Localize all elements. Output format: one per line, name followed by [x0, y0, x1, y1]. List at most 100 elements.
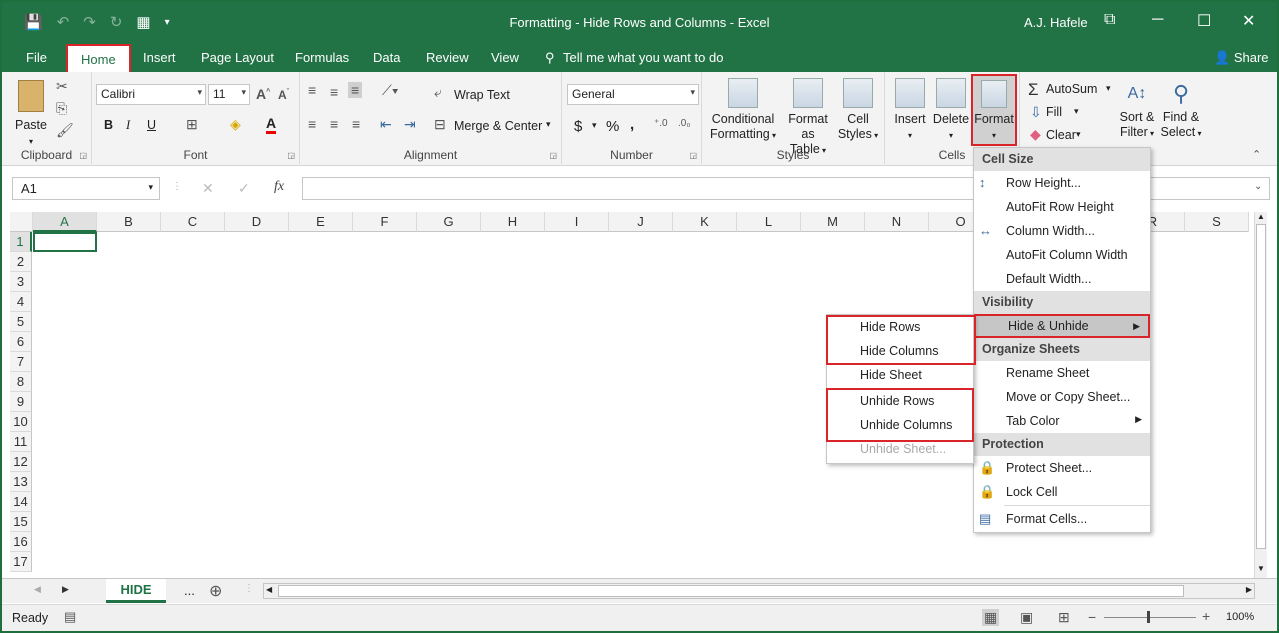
- dialog-launcher-icon[interactable]: ◲: [549, 151, 557, 160]
- insert-cells-button[interactable]: Insert ▾: [891, 78, 929, 143]
- fill-icon[interactable]: ⇩: [1030, 104, 1042, 121]
- rename-sheet-item[interactable]: Rename Sheet: [974, 361, 1150, 385]
- expand-formula-icon[interactable]: ⌄: [1254, 181, 1262, 192]
- scroll-down-icon[interactable]: ▼: [1257, 564, 1265, 573]
- row-header[interactable]: 7: [10, 352, 32, 372]
- horizontal-scrollbar[interactable]: ◀ ▶: [263, 583, 1255, 599]
- copy-icon[interactable]: ⎘: [56, 100, 67, 117]
- tab-formulas[interactable]: Formulas: [295, 50, 349, 65]
- row-header[interactable]: 5: [10, 312, 32, 332]
- sheet-tab-hide[interactable]: HIDE: [106, 579, 166, 603]
- more-sheets-button[interactable]: ...: [184, 583, 195, 598]
- align-left-icon[interactable]: ≡: [308, 116, 316, 132]
- shrink-font-icon[interactable]: Aˇ: [278, 88, 289, 102]
- scroll-left-icon[interactable]: ◀: [266, 585, 272, 594]
- middle-align-icon[interactable]: ≡: [330, 84, 338, 100]
- number-format-select[interactable]: General ▾: [567, 84, 699, 105]
- protect-sheet-item[interactable]: 🔒 Protect Sheet...: [974, 456, 1150, 480]
- maximize-icon[interactable]: ☐: [1197, 11, 1211, 31]
- zoom-slider[interactable]: [1104, 617, 1196, 618]
- hide-unhide-item[interactable]: Hide & Unhide ▶: [974, 314, 1150, 338]
- chevron-down-icon[interactable]: ▾: [592, 120, 597, 131]
- vertical-scrollbar[interactable]: ▲ ▼: [1254, 212, 1267, 578]
- macro-record-icon[interactable]: ▤: [64, 609, 76, 625]
- orientation-icon[interactable]: ⟋▾: [382, 82, 399, 99]
- fill-button[interactable]: Fill: [1046, 105, 1062, 119]
- row-header[interactable]: 14: [10, 492, 32, 512]
- wrap-text-button[interactable]: Wrap Text: [454, 88, 510, 102]
- column-header[interactable]: M: [801, 212, 865, 232]
- dialog-launcher-icon[interactable]: ◲: [79, 151, 87, 160]
- decrease-decimal-icon[interactable]: .0₀: [678, 118, 691, 129]
- zoom-in-icon[interactable]: +: [1202, 608, 1210, 624]
- column-header[interactable]: B: [97, 212, 161, 232]
- row-header[interactable]: 8: [10, 372, 32, 392]
- page-break-view-icon[interactable]: ⊞: [1058, 609, 1070, 626]
- font-size-select[interactable]: 11 ▾: [208, 84, 250, 105]
- percent-button[interactable]: %: [606, 118, 619, 135]
- dialog-launcher-icon[interactable]: ◲: [689, 151, 697, 160]
- tab-file[interactable]: File: [26, 50, 47, 65]
- align-right-icon[interactable]: ≡: [352, 116, 360, 132]
- minimize-icon[interactable]: ─: [1152, 11, 1163, 29]
- eraser-icon[interactable]: ◆: [1030, 126, 1041, 143]
- tab-review[interactable]: Review: [426, 50, 469, 65]
- vertical-scroll-thumb[interactable]: [1256, 224, 1266, 549]
- row-header[interactable]: 11: [10, 432, 32, 452]
- dialog-launcher-icon[interactable]: ◲: [287, 151, 295, 160]
- column-header[interactable]: D: [225, 212, 289, 232]
- normal-view-icon[interactable]: ▦: [982, 609, 1000, 626]
- autofit-column-width-item[interactable]: AutoFit Column Width: [974, 243, 1150, 267]
- column-header[interactable]: G: [417, 212, 481, 232]
- font-color-icon[interactable]: A: [266, 115, 277, 134]
- next-sheet-icon[interactable]: ▶: [62, 584, 69, 595]
- bottom-align-icon[interactable]: ≡: [348, 82, 363, 98]
- tell-me-search[interactable]: Tell me what you want to do: [563, 50, 723, 65]
- top-align-icon[interactable]: ≡: [308, 82, 316, 98]
- column-header[interactable]: K: [673, 212, 737, 232]
- row-header[interactable]: 12: [10, 452, 32, 472]
- column-header[interactable]: F: [353, 212, 417, 232]
- format-as-table-button[interactable]: Format as Table ▾: [780, 78, 836, 158]
- tab-home[interactable]: Home: [66, 44, 131, 72]
- select-all-corner[interactable]: [10, 212, 33, 232]
- increase-decimal-icon[interactable]: ⁺.0: [654, 118, 668, 129]
- zoom-out-icon[interactable]: −: [1088, 609, 1096, 625]
- tab-view[interactable]: View: [491, 50, 519, 65]
- italic-button[interactable]: I: [126, 118, 130, 133]
- prev-sheet-icon[interactable]: ◀: [34, 584, 41, 595]
- row-height-item[interactable]: ↕ Row Height...: [974, 171, 1150, 195]
- grow-font-icon[interactable]: A^: [256, 86, 270, 102]
- page-layout-view-icon[interactable]: ▣: [1020, 609, 1033, 626]
- share-button[interactable]: 👤 Share: [1214, 50, 1269, 66]
- row-header[interactable]: 13: [10, 472, 32, 492]
- column-header[interactable]: A: [33, 212, 97, 232]
- delete-cells-button[interactable]: Delete ▾: [931, 78, 971, 143]
- format-button[interactable]: Format ▾: [971, 74, 1017, 146]
- row-header[interactable]: 2: [10, 252, 32, 272]
- row-header[interactable]: 1: [10, 232, 32, 252]
- scroll-up-icon[interactable]: ▲: [1257, 212, 1265, 221]
- borders-icon[interactable]: ⊞: [186, 116, 198, 133]
- row-header[interactable]: 9: [10, 392, 32, 412]
- sigma-icon[interactable]: Σ: [1028, 80, 1039, 100]
- row-header[interactable]: 15: [10, 512, 32, 532]
- row-header[interactable]: 10: [10, 412, 32, 432]
- tab-insert[interactable]: Insert: [143, 50, 176, 65]
- chevron-down-icon[interactable]: ▾: [1106, 83, 1111, 94]
- row-header[interactable]: 3: [10, 272, 32, 292]
- autosum-button[interactable]: AutoSum: [1046, 82, 1097, 96]
- underline-button[interactable]: U: [147, 118, 156, 132]
- comma-button[interactable]: ,: [630, 116, 634, 133]
- row-header[interactable]: 6: [10, 332, 32, 352]
- close-icon[interactable]: ✕: [1242, 11, 1255, 31]
- row-header[interactable]: 4: [10, 292, 32, 312]
- fill-color-icon[interactable]: ◈: [230, 116, 241, 133]
- insert-function-icon[interactable]: fx: [274, 179, 284, 195]
- format-painter-icon[interactable]: 🖌: [56, 122, 74, 139]
- active-cell[interactable]: [33, 232, 97, 252]
- chevron-down-icon[interactable]: ▾: [1074, 106, 1079, 117]
- zoom-slider-thumb[interactable]: [1147, 611, 1150, 623]
- cut-icon[interactable]: ✂: [56, 78, 68, 95]
- find-select-button[interactable]: ⚲ Find & Select ▾: [1160, 78, 1202, 141]
